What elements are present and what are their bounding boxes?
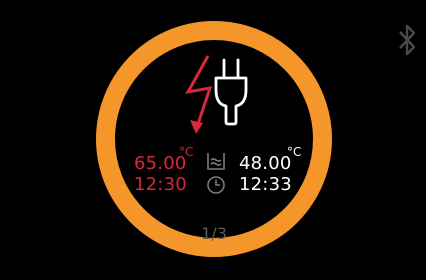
current-time: 12:33: [239, 174, 292, 195]
page-indicator: 1/3: [201, 224, 227, 243]
power-plug-icon: [185, 55, 248, 134]
clock-icon: [207, 176, 225, 194]
water-bath-icon: [207, 153, 225, 170]
bluetooth-icon[interactable]: [396, 22, 418, 58]
current-temperature-unit: °C: [287, 145, 302, 159]
target-time: 12:30: [134, 174, 187, 195]
target-temperature-unit: °C: [179, 145, 194, 159]
current-temperature: 48.00: [239, 153, 292, 174]
